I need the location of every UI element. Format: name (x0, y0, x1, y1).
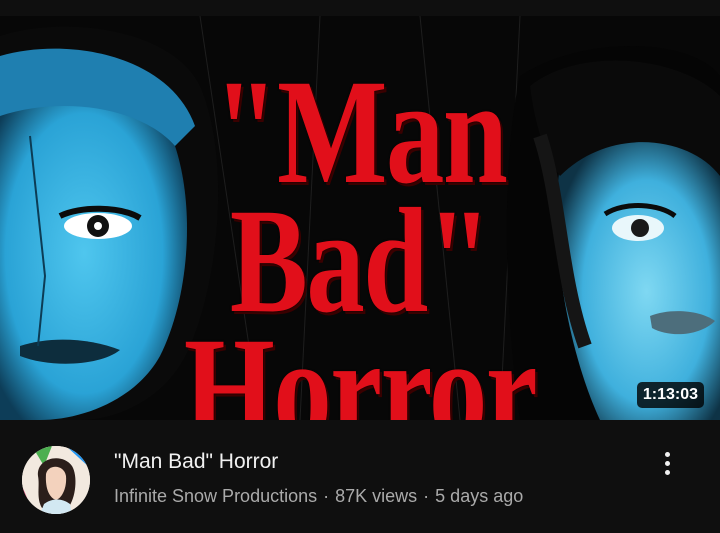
video-subline: Infinite Snow Productions · 87K views · 5 da… (114, 486, 523, 507)
top-bar (0, 0, 720, 16)
more-vertical-icon (664, 452, 670, 457)
avatar-illustration-icon (22, 446, 90, 514)
separator: · (423, 486, 430, 506)
separator: · (323, 486, 330, 506)
duration-badge: 1:13:03 (636, 382, 704, 408)
video-thumbnail[interactable]: "Man Bad" Horror 1:13:03 (0, 16, 720, 420)
more-vertical-icon-dot (664, 461, 670, 466)
upload-age: 5 days ago (435, 486, 524, 506)
thumbnail-title-line-2: Horror (183, 307, 538, 420)
thumbnail-title-art: "Man Bad" Horror (79, 49, 641, 420)
video-title[interactable]: "Man Bad" Horror (114, 450, 278, 474)
thumbnail-title-line-1: "Man Bad" (213, 49, 508, 344)
more-options-button[interactable] (652, 448, 682, 488)
view-count: 87K views (335, 486, 418, 506)
channel-avatar[interactable] (22, 446, 90, 514)
video-metadata: "Man Bad" Horror Infinite Snow Productio… (0, 420, 720, 533)
more-vertical-icon-dot (664, 470, 670, 475)
channel-name[interactable]: Infinite Snow Productions (114, 486, 317, 506)
